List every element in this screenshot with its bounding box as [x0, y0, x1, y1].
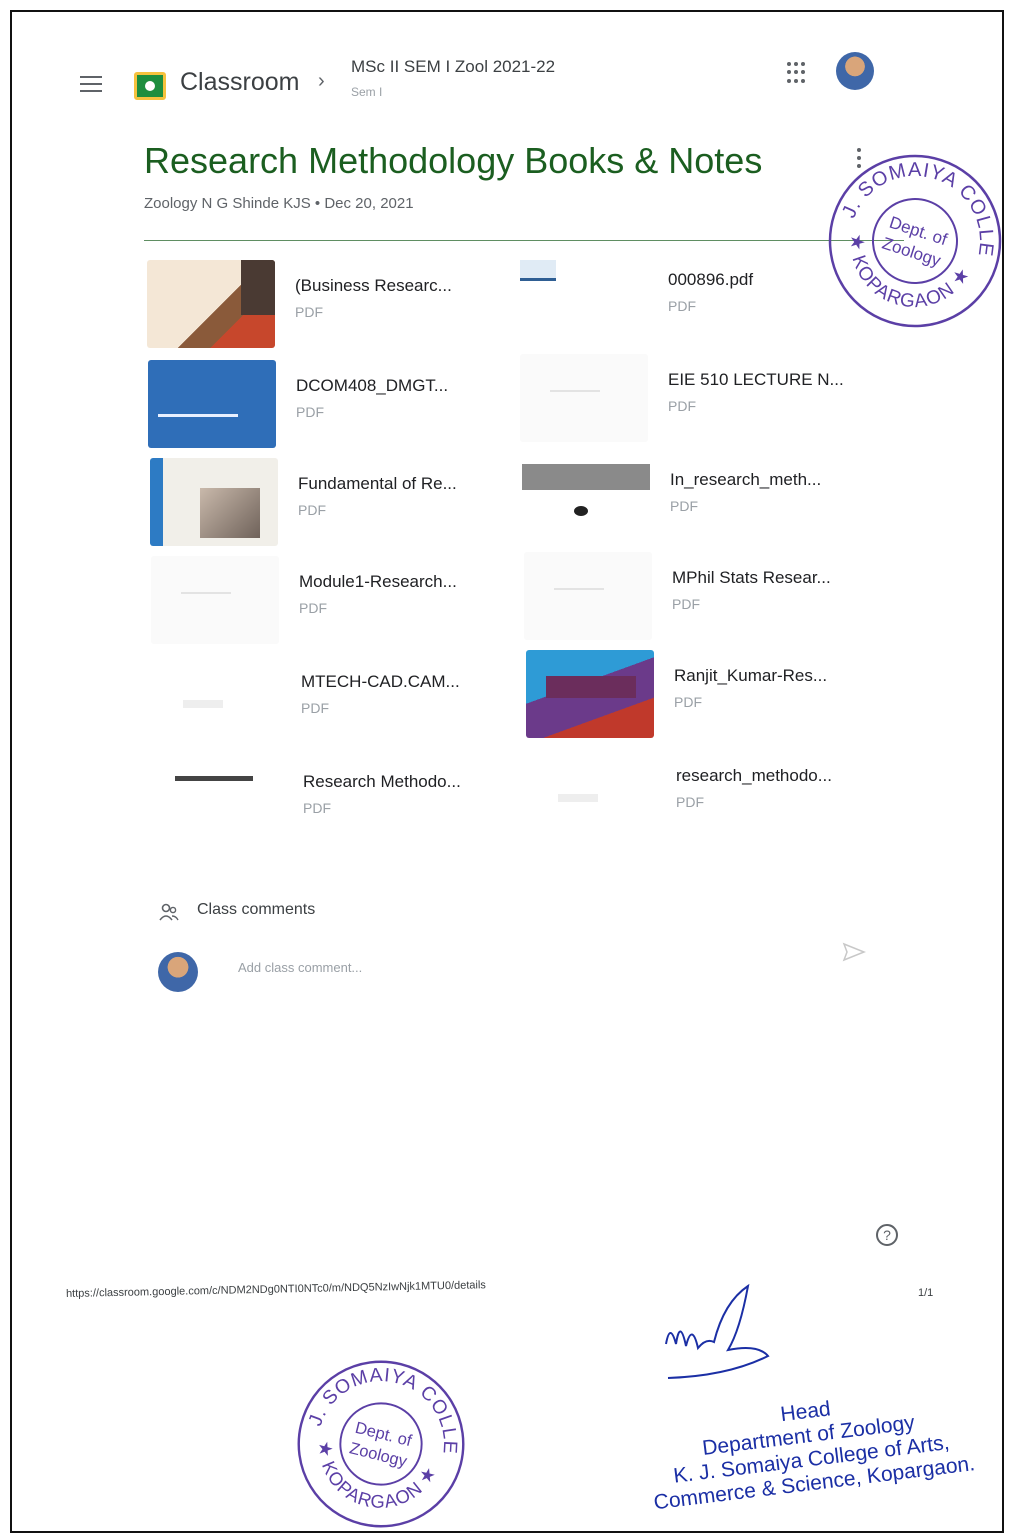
attachment-type: PDF: [668, 398, 696, 414]
attachment-type: PDF: [301, 700, 329, 716]
attachment-thumbnail: [147, 260, 275, 348]
course-name[interactable]: MSc II SEM I Zool 2021-22: [351, 57, 555, 77]
attachment-thumbnail: [150, 458, 278, 546]
attachment-card[interactable]: MTECH-CAD.CAM... PDF: [153, 656, 513, 746]
attachment-card[interactable]: Ranjit_Kumar-Res... PDF: [526, 650, 886, 740]
attachment-type: PDF: [672, 596, 700, 612]
attachment-card[interactable]: DCOM408_DMGT... PDF: [148, 360, 508, 450]
attachment-name: In_research_meth...: [670, 470, 822, 489]
attachment-card[interactable]: EIE 510 LECTURE N... PDF: [520, 354, 880, 444]
classroom-logo-icon[interactable]: [134, 72, 166, 100]
attachment-name: Ranjit_Kumar-Res...: [674, 666, 828, 685]
college-stamp-icon: K. J. SOMAIYA COLLEGE ★ KOPARGAON ★ Dept…: [288, 1354, 474, 1528]
help-icon[interactable]: ?: [876, 1224, 898, 1246]
attachment-type: PDF: [295, 304, 323, 320]
attachment-type: PDF: [670, 498, 698, 514]
attachment-name: Module1-Research...: [299, 572, 457, 591]
main-menu-icon[interactable]: [80, 76, 102, 94]
attachment-thumbnail: [520, 254, 648, 342]
post-title: Research Methodology Books & Notes: [144, 140, 763, 181]
breadcrumb-chevron-icon: ›: [318, 70, 325, 92]
attachment-thumbnail: [528, 750, 656, 838]
attachment-type: PDF: [299, 600, 327, 616]
attachment-name: MPhil Stats Resear...: [672, 568, 831, 587]
post-meta: Zoology N G Shinde KJS • Dec 20, 2021: [144, 195, 414, 212]
attachment-card[interactable]: Research Methodo... PDF: [155, 756, 515, 846]
attachment-name: EIE 510 LECTURE N...: [668, 370, 844, 389]
attachment-name: (Business Researc...: [295, 276, 452, 295]
attachment-card[interactable]: research_methodo... PDF: [528, 750, 888, 840]
attachment-name: research_methodo...: [676, 766, 832, 785]
attachment-name: MTECH-CAD.CAM...: [301, 672, 460, 691]
attachment-name: Research Methodo...: [303, 772, 461, 791]
attachment-thumbnail: [155, 756, 283, 844]
attachment-thumbnail: [148, 360, 276, 448]
attachment-thumbnail: [522, 454, 650, 542]
app-name[interactable]: Classroom: [180, 68, 299, 97]
class-comments-label: Class comments: [197, 901, 316, 918]
college-stamp-icon: K. J. SOMAIYA COLLEGE ★ KOPARGAON ★ Dept…: [822, 148, 1008, 330]
title-divider: [144, 240, 904, 241]
printed-page-number: 1/1: [918, 1287, 934, 1299]
attachment-thumbnail: [526, 650, 654, 738]
attachment-thumbnail: [520, 354, 648, 442]
attachment-type: PDF: [676, 794, 704, 810]
people-icon: [159, 903, 179, 921]
send-icon[interactable]: [842, 942, 866, 962]
signature-icon: [665, 1283, 770, 1379]
attachment-type: PDF: [298, 502, 326, 518]
course-section: Sem I: [351, 85, 383, 99]
attachment-thumbnail: [524, 552, 652, 640]
attachment-thumbnail: [153, 656, 281, 744]
attachment-type: PDF: [303, 800, 331, 816]
account-avatar[interactable]: [836, 52, 874, 90]
attachment-card[interactable]: In_research_meth... PDF: [522, 454, 882, 544]
attachment-name: 000896.pdf: [668, 270, 754, 289]
attachment-type: PDF: [296, 404, 324, 420]
attachment-name: DCOM408_DMGT...: [296, 376, 449, 395]
attachment-name: Fundamental of Re...: [298, 474, 457, 493]
attachment-type: PDF: [674, 694, 702, 710]
attachment-card[interactable]: Module1-Research... PDF: [151, 556, 511, 646]
google-apps-icon[interactable]: [787, 62, 809, 84]
attachment-card[interactable]: Fundamental of Re... PDF: [150, 458, 510, 548]
commenter-avatar: [158, 952, 198, 992]
attachment-card[interactable]: MPhil Stats Resear... PDF: [524, 552, 884, 642]
attachment-type: PDF: [668, 298, 696, 314]
class-comment-input[interactable]: [236, 956, 820, 978]
attachment-card[interactable]: (Business Researc... PDF: [147, 260, 507, 350]
attachment-thumbnail: [151, 556, 279, 644]
